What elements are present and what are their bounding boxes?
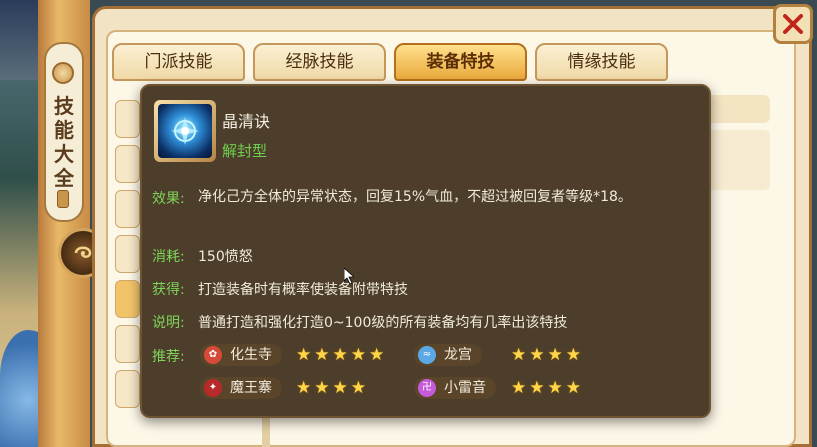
star-icon: ★: [369, 345, 385, 365]
recommend-sect-name: 化生寺: [230, 347, 272, 363]
cost-text: 150愤怒: [198, 249, 253, 265]
star-icon: ★: [529, 378, 545, 398]
skill-type: 解封型: [222, 142, 268, 160]
effect-label: 效果:: [152, 191, 185, 207]
cost-label: 消耗:: [152, 249, 185, 265]
star-icon: ★: [332, 378, 348, 398]
obtain-text: 打造装备时有概率使装备附带特技: [198, 282, 408, 298]
recommend-sect-name: 魔王寨: [230, 380, 272, 396]
huashengsi-icon: ✿: [204, 346, 222, 364]
category-button[interactable]: [115, 190, 140, 228]
star-icon: ★: [350, 378, 366, 398]
recommend-sect-name: 龙宫: [444, 347, 472, 363]
star-icon: ★: [547, 345, 563, 365]
tab-sect-skills[interactable]: 门派技能: [112, 43, 245, 81]
star-icon: ★: [547, 378, 563, 398]
sidebar-title: 技能大全: [54, 94, 74, 190]
recommend-sect-chip: ≈ 龙宫: [414, 344, 482, 366]
star-icon: ★: [565, 378, 581, 398]
mouse-cursor-icon: [344, 268, 354, 284]
category-button-selected[interactable]: [115, 280, 140, 318]
effect-text: 净化己方全体的异常状态，回复15%气血，不超过被回复者等级*18。: [198, 189, 632, 205]
recommend-sect-name: 小雷音: [444, 380, 486, 396]
skill-icon-frame: [154, 100, 216, 162]
category-button[interactable]: [115, 145, 140, 183]
recommend-sect-chip: 卍 小雷音: [414, 377, 496, 399]
scroll-ornament-icon: [52, 62, 74, 84]
star-rating: ★ ★ ★ ★: [296, 379, 366, 397]
list-scrollbar[interactable]: [262, 418, 270, 447]
tab-equipment-skills[interactable]: 装备特技: [394, 43, 527, 81]
close-button[interactable]: [773, 4, 813, 44]
close-icon: [783, 14, 803, 34]
star-icon: ★: [350, 345, 366, 365]
star-icon: ★: [529, 345, 545, 365]
mowangzhai-icon: ✦: [204, 379, 222, 397]
star-icon: ★: [314, 378, 330, 398]
star-icon: ★: [511, 345, 527, 365]
star-icon: ★: [565, 345, 581, 365]
star-rating: ★ ★ ★ ★: [511, 379, 581, 397]
category-button[interactable]: [115, 100, 140, 138]
scroll-pin-icon: [57, 190, 69, 208]
recommend-sect-chip: ✦ 魔王寨: [200, 377, 282, 399]
xiaoleiyin-icon: 卍: [418, 379, 436, 397]
category-button[interactable]: [115, 325, 140, 363]
category-button[interactable]: [115, 370, 140, 408]
star-icon: ★: [332, 345, 348, 365]
recommend-label: 推荐:: [152, 349, 185, 365]
star-rating: ★ ★ ★ ★: [511, 346, 581, 364]
longgong-icon: ≈: [418, 346, 436, 364]
crystal-skill-icon: [158, 104, 212, 158]
note-label: 说明:: [152, 315, 185, 331]
obtain-label: 获得:: [152, 282, 185, 298]
note-text: 普通打造和强化打造0~100级的所有装备均有几率出该特技: [198, 315, 568, 331]
star-icon: ★: [296, 345, 312, 365]
skill-name: 晶清诀: [222, 112, 271, 131]
tab-meridian-skills[interactable]: 经脉技能: [253, 43, 386, 81]
star-icon: ★: [511, 378, 527, 398]
category-button[interactable]: [115, 235, 140, 273]
star-icon: ★: [296, 378, 312, 398]
star-rating: ★ ★ ★ ★ ★: [296, 346, 384, 364]
recommend-sect-chip: ✿ 化生寺: [200, 344, 282, 366]
star-icon: ★: [314, 345, 330, 365]
tab-bond-skills[interactable]: 情缘技能: [535, 43, 668, 81]
